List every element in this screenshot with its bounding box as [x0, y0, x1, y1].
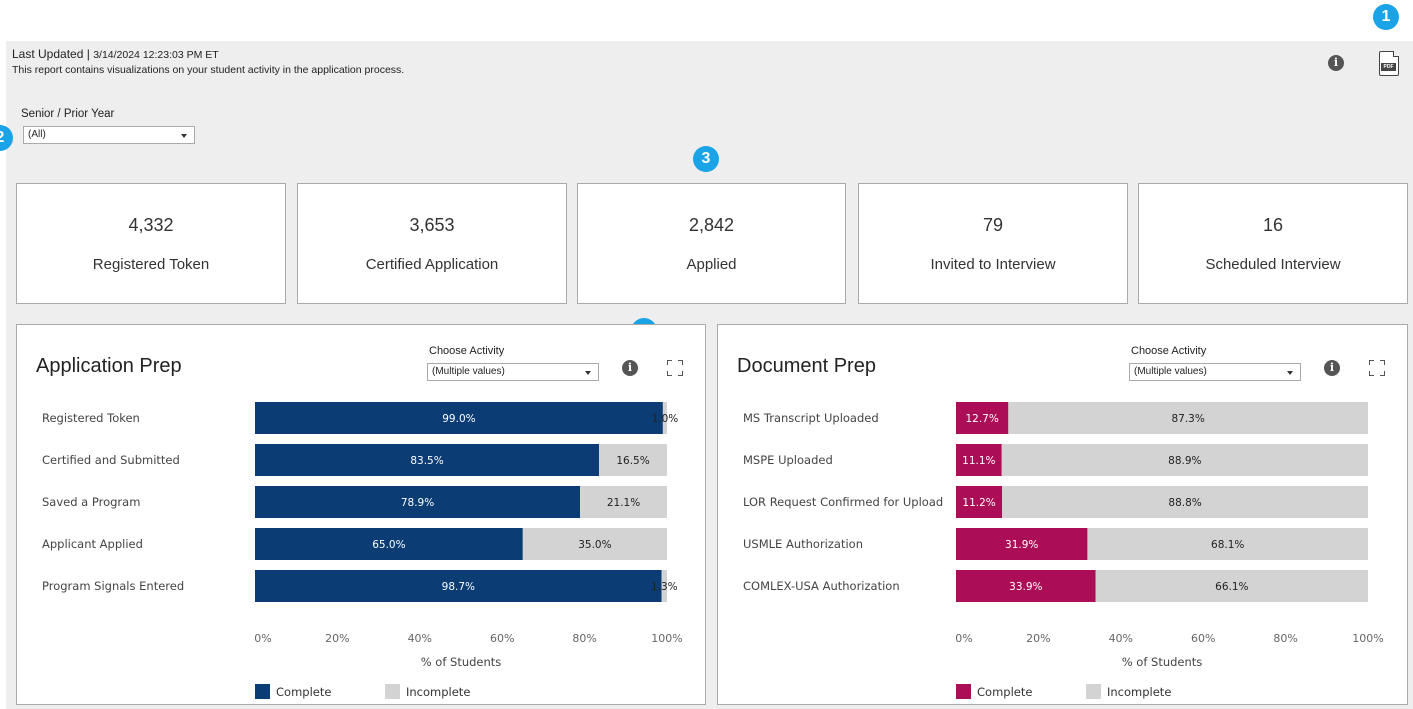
last-updated-label: Last Updated | [12, 47, 90, 61]
data-label: 88.9% [1168, 455, 1201, 467]
data-label: 31.9% [1005, 539, 1038, 551]
kpi-value: 2,842 [688, 215, 735, 235]
x-axis-title: % of Students [421, 655, 502, 669]
data-label: 98.7% [442, 581, 475, 593]
application-prep-chart: Registered Token 99.0% 1.0% Certified and S… [42, 402, 683, 699]
data-label: 88.8% [1168, 497, 1201, 509]
callout-badge-3: 3 [693, 146, 719, 172]
category-label: Saved a Program [42, 495, 140, 509]
legend-label-complete: Complete [276, 685, 331, 699]
data-label: 1.3% [651, 581, 678, 593]
x-tick-label: 40% [1109, 632, 1133, 645]
application-prep-panel: Application Prep Choose Activity (Multip… [16, 324, 706, 705]
senior-prior-year-value: (All) [28, 129, 46, 140]
last-updated: Last Updated | 3/14/2024 12:23:03 PM ET [12, 47, 219, 61]
kpi-label: Invited to Interview [930, 256, 1056, 273]
kpi-value: 3,653 [409, 215, 455, 235]
x-tick-label: 100% [651, 632, 682, 645]
kpi-label: Applied [686, 256, 737, 273]
data-label: 35.0% [578, 539, 611, 551]
legend-swatch-incomplete [385, 684, 400, 699]
x-tick-label: 20% [1026, 632, 1050, 645]
legend-swatch-complete [255, 684, 270, 699]
data-label: 21.1% [607, 497, 640, 509]
info-icon[interactable]: i [1328, 55, 1344, 71]
chevron-down-icon [181, 134, 187, 138]
legend-label-incomplete: Incomplete [406, 685, 470, 699]
pdf-icon[interactable]: PDF [1379, 51, 1399, 76]
legend-label-complete: Complete [977, 685, 1032, 699]
kpi-label: Scheduled Interview [1205, 256, 1341, 273]
kpi-card-scheduled-interview: 16 Scheduled Interview [1138, 183, 1408, 304]
x-tick-label: 20% [325, 632, 349, 645]
data-label: 66.1% [1215, 581, 1248, 593]
document-prep-panel: Document Prep Choose Activity (Multiple … [717, 324, 1408, 705]
x-tick-label: 80% [1273, 632, 1297, 645]
data-label: 99.0% [442, 413, 475, 425]
report-description: This report contains visualizations on y… [12, 64, 405, 76]
senior-prior-year-dropdown[interactable]: (All) [23, 126, 195, 144]
x-tick-label: 100% [1352, 632, 1383, 645]
category-label: MSPE Uploaded [743, 453, 833, 467]
kpi-value: 4,332 [128, 215, 174, 235]
x-tick-label: 40% [408, 632, 432, 645]
category-label: MS Transcript Uploaded [743, 411, 879, 425]
x-tick-label: 0% [955, 632, 972, 645]
legend-label-incomplete: Incomplete [1107, 685, 1171, 699]
data-label: 12.7% [965, 413, 998, 425]
kpi-value: 79 [982, 215, 1004, 235]
kpi-card-applied: 2,842 Applied [577, 183, 846, 304]
data-label: 16.5% [616, 455, 649, 467]
data-label: 78.9% [401, 497, 434, 509]
data-label: 68.1% [1211, 539, 1244, 551]
x-axis-title: % of Students [1122, 655, 1203, 669]
kpi-value: 16 [1262, 215, 1284, 235]
data-label: 11.2% [962, 497, 995, 509]
document-prep-chart: MS Transcript Uploaded 12.7% 87.3% MSPE Upl… [743, 402, 1384, 699]
category-label: Program Signals Entered [42, 579, 184, 593]
kpi-card-registered-token: 4,332 Registered Token [16, 183, 286, 304]
data-label: 1.0% [652, 413, 679, 425]
filter-label: Senior / Prior Year [21, 108, 115, 120]
x-tick-label: 60% [490, 632, 514, 645]
category-label: Applicant Applied [42, 537, 143, 551]
x-tick-label: 0% [254, 632, 271, 645]
category-label: USMLE Authorization [743, 537, 863, 551]
kpi-label: Registered Token [92, 256, 210, 273]
kpi-card-certified-application: 3,653 Certified Application [297, 183, 567, 304]
category-label: COMLEX-USA Authorization [743, 579, 900, 593]
category-label: Certified and Submitted [42, 453, 180, 467]
data-label: 33.9% [1009, 581, 1042, 593]
data-label: 65.0% [372, 539, 405, 551]
kpi-label: Certified Application [365, 256, 499, 273]
data-label: 83.5% [410, 455, 443, 467]
last-updated-value: 3/14/2024 12:23:03 PM ET [93, 49, 219, 61]
category-label: Registered Token [42, 411, 140, 425]
legend-swatch-complete [956, 684, 971, 699]
data-label: 87.3% [1171, 413, 1204, 425]
kpi-card-invited-to-interview: 79 Invited to Interview [858, 183, 1128, 304]
x-tick-label: 60% [1191, 632, 1215, 645]
pdf-icon-label: PDF [1381, 63, 1396, 71]
category-label: LOR Request Confirmed for Upload [743, 495, 943, 509]
callout-badge-1: 1 [1373, 4, 1399, 30]
data-label: 11.1% [962, 455, 995, 467]
x-tick-label: 80% [572, 632, 596, 645]
pdf-icon-fold [1393, 51, 1399, 57]
legend-swatch-incomplete [1086, 684, 1101, 699]
